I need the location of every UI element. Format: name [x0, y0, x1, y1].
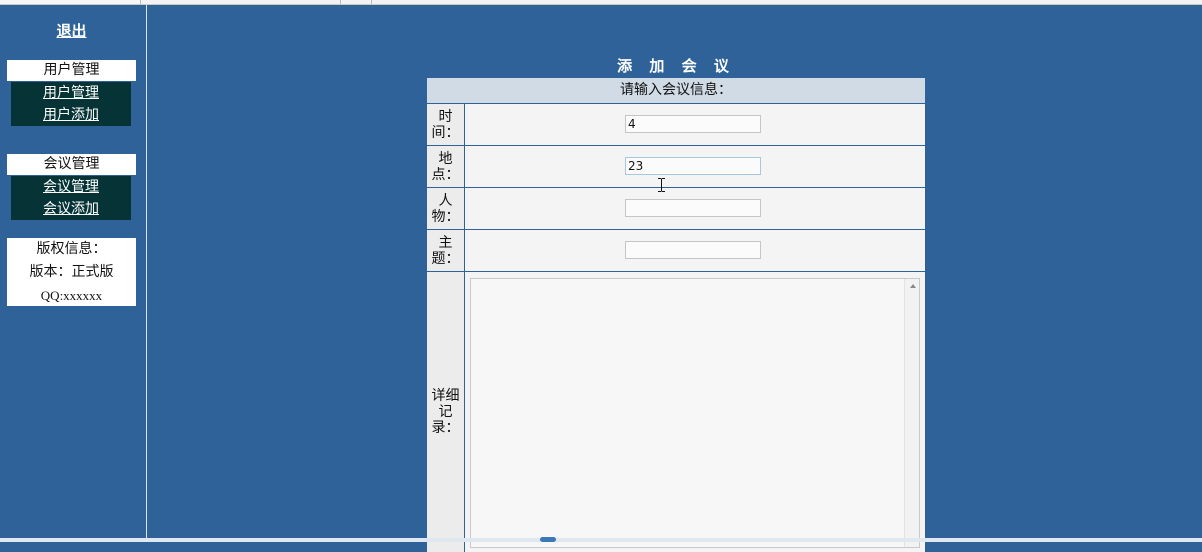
browser-tab-edge-2 — [340, 0, 372, 4]
topic-input[interactable] — [625, 241, 761, 259]
place-label-line1: 地 — [438, 150, 453, 167]
details-label: 详细记录： — [427, 272, 465, 552]
menu-item-user-add[interactable]: 用户添加 — [11, 104, 131, 126]
meeting-form: 请输入会议信息： 时间： 地点： 人物： 主题： — [427, 78, 925, 552]
menu-item-user-manage[interactable]: 用户管理 — [11, 82, 131, 104]
menu-item-meeting-manage[interactable]: 会议管理 — [11, 176, 131, 198]
topic-cell — [465, 230, 925, 271]
sidebar: 退出 用户管理 用户管理 用户添加 会议管理 会议管理 会议添加 版权信息： 版… — [0, 5, 145, 542]
people-input[interactable] — [625, 199, 761, 217]
scroll-up-arrow-icon[interactable] — [910, 284, 916, 288]
user-menu-title: 用户管理 — [7, 60, 136, 81]
details-scrollbar[interactable] — [904, 279, 919, 547]
details-label-line3: 录： — [431, 420, 460, 436]
details-cell — [465, 272, 925, 552]
bottom-scroll-thumb[interactable] — [540, 537, 556, 542]
topic-label: 主题： — [427, 230, 465, 271]
place-label: 地点： — [427, 146, 465, 187]
copyright-title: 版权信息： — [36, 241, 107, 257]
time-input[interactable] — [625, 115, 761, 133]
user-menu: 用户管理 用户添加 — [11, 82, 131, 126]
page-title: 添 加 会 议 — [617, 57, 735, 75]
people-cell — [465, 188, 925, 229]
place-label-line2: 点： — [431, 166, 460, 183]
row-details: 详细记录： — [427, 272, 925, 552]
time-label-line2: 间： — [431, 124, 460, 141]
copyright-box: 版权信息： 版本：正式版 QQ:xxxxxx — [7, 238, 136, 306]
topic-label-line2: 题： — [431, 250, 460, 267]
time-label-line1: 时 — [438, 108, 453, 125]
topic-label-line1: 主 — [438, 234, 453, 251]
meeting-menu-title: 会议管理 — [7, 154, 136, 175]
time-cell — [465, 104, 925, 145]
version-text: 版本：正式版 — [29, 264, 114, 280]
browser-tab-edge — [0, 0, 141, 4]
row-time: 时间： — [427, 104, 925, 146]
row-topic: 主题： — [427, 230, 925, 272]
people-label-line2: 物： — [431, 208, 460, 225]
bottom-scrollbar[interactable] — [0, 538, 1202, 542]
people-label-line1: 人 — [438, 192, 453, 209]
details-label-line1: 详细 — [431, 388, 460, 404]
menu-item-meeting-add[interactable]: 会议添加 — [11, 198, 131, 220]
details-textarea[interactable] — [470, 278, 920, 548]
qq-text: QQ:xxxxxx — [40, 288, 103, 303]
browser-top-edge — [0, 0, 1202, 5]
people-label: 人物： — [427, 188, 465, 229]
form-header: 请输入会议信息： — [427, 78, 925, 104]
text-cursor-icon — [658, 178, 665, 192]
place-cell — [465, 146, 925, 187]
sidebar-divider — [146, 5, 147, 542]
details-label-line2: 记 — [438, 404, 453, 420]
row-place: 地点： — [427, 146, 925, 188]
place-input[interactable] — [625, 157, 761, 175]
row-people: 人物： — [427, 188, 925, 230]
meeting-menu: 会议管理 会议添加 — [11, 176, 131, 220]
time-label: 时间： — [427, 104, 465, 145]
logout-link[interactable]: 退出 — [0, 20, 143, 41]
